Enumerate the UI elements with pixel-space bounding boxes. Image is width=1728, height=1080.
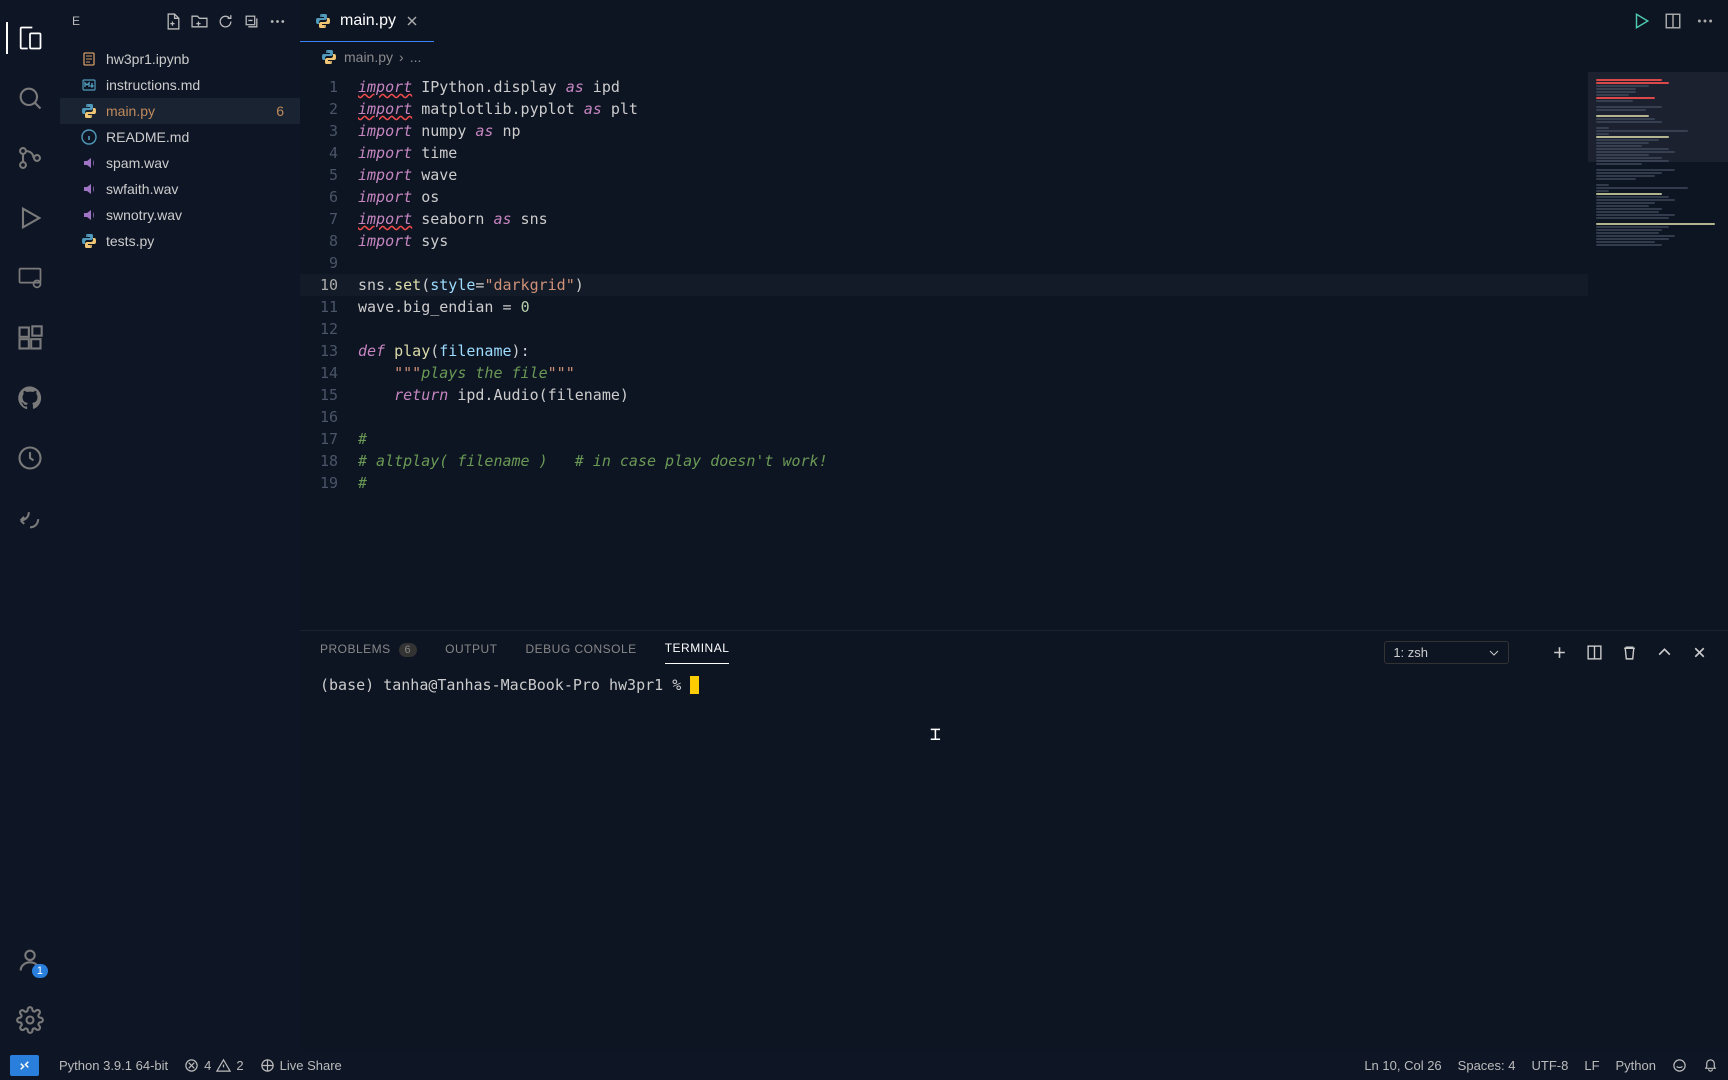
file-type-icon [80, 76, 98, 94]
sidebar-title: E [72, 14, 158, 28]
timeline-icon[interactable] [6, 434, 54, 482]
explorer-icon[interactable] [6, 14, 54, 62]
tab-debug-console[interactable]: DEBUG CONSOLE [526, 642, 637, 664]
new-folder-icon[interactable] [188, 10, 210, 32]
kill-terminal-icon[interactable] [1621, 644, 1638, 661]
more-actions-icon[interactable] [1696, 12, 1714, 30]
editor-area: main.py main.py › ... 1import IPython.di… [300, 0, 1728, 1050]
tab-label: main.py [340, 12, 396, 30]
file-name: swnotry.wav [106, 207, 288, 223]
breadcrumb-more: ... [410, 49, 422, 65]
collapse-all-icon[interactable] [240, 10, 262, 32]
remote-window-icon[interactable] [10, 1055, 39, 1076]
close-icon[interactable] [404, 13, 420, 29]
terminal[interactable]: (base) tanha@Tanhas-MacBook-Pro hw3pr1 %… [300, 664, 1728, 1050]
status-python-interpreter[interactable]: Python 3.9.1 64-bit [59, 1058, 168, 1073]
minimap[interactable] [1588, 72, 1728, 630]
new-file-icon[interactable] [162, 10, 184, 32]
problems-count: 6 [399, 643, 418, 657]
status-feedback-icon[interactable] [1672, 1058, 1687, 1073]
file-type-icon [80, 206, 98, 224]
new-terminal-icon[interactable] [1551, 644, 1568, 661]
breadcrumb-file: main.py [344, 49, 393, 65]
search-icon[interactable] [6, 74, 54, 122]
file-type-icon [80, 128, 98, 146]
file-item[interactable]: swfaith.wav [60, 176, 300, 202]
status-problems[interactable]: 4 2 [184, 1058, 243, 1073]
breadcrumbs[interactable]: main.py › ... [300, 42, 1728, 72]
file-name: instructions.md [106, 77, 288, 93]
run-debug-icon[interactable] [6, 194, 54, 242]
python-icon [320, 48, 338, 66]
split-terminal-icon[interactable] [1586, 644, 1603, 661]
accounts-icon[interactable]: 1 [6, 936, 54, 984]
terminal-cursor [690, 676, 699, 694]
status-eol[interactable]: LF [1584, 1058, 1599, 1073]
run-file-icon[interactable] [1632, 12, 1650, 30]
file-type-icon [80, 180, 98, 198]
tab-bar: main.py [300, 0, 1728, 42]
status-indentation[interactable]: Spaces: 4 [1458, 1058, 1516, 1073]
github-icon[interactable] [6, 374, 54, 422]
file-type-icon [80, 154, 98, 172]
file-item[interactable]: hw3pr1.ipynb [60, 46, 300, 72]
tab-output[interactable]: OUTPUT [445, 642, 497, 664]
text-cursor-icon: ⌶ [930, 724, 941, 745]
code-editor[interactable]: 1import IPython.display as ipd 2import m… [300, 72, 1588, 630]
more-icon[interactable] [266, 10, 288, 32]
tab-problems[interactable]: PROBLEMS 6 [320, 642, 417, 664]
maximize-panel-icon[interactable] [1656, 644, 1673, 661]
file-item[interactable]: swnotry.wav [60, 202, 300, 228]
file-list: hw3pr1.ipynb instructions.md main.py 6 READM… [60, 42, 300, 258]
chevron-down-icon [1488, 647, 1500, 659]
explorer-sidebar: E hw3pr1.ipynb instructions.md main.py 6 REA… [60, 0, 300, 1050]
file-type-icon [80, 50, 98, 68]
file-name: README.md [106, 129, 288, 145]
settings-gear-icon[interactable] [6, 996, 54, 1044]
share-icon[interactable] [6, 494, 54, 542]
status-bar: Python 3.9.1 64-bit 4 2 Live Share Ln 10… [0, 1050, 1728, 1080]
extensions-icon[interactable] [6, 314, 54, 362]
file-name: swfaith.wav [106, 181, 288, 197]
split-editor-icon[interactable] [1664, 12, 1682, 30]
file-error-count: 6 [276, 103, 288, 119]
file-item[interactable]: README.md [60, 124, 300, 150]
file-item[interactable]: tests.py [60, 228, 300, 254]
source-control-icon[interactable] [6, 134, 54, 182]
status-language[interactable]: Python [1616, 1058, 1656, 1073]
file-item[interactable]: spam.wav [60, 150, 300, 176]
tab-terminal[interactable]: TERMINAL [665, 641, 730, 664]
file-item[interactable]: main.py 6 [60, 98, 300, 124]
status-encoding[interactable]: UTF-8 [1532, 1058, 1569, 1073]
activity-bar: 1 [0, 0, 60, 1050]
tab-main-py[interactable]: main.py [300, 0, 434, 42]
status-liveshare[interactable]: Live Share [260, 1058, 342, 1073]
close-panel-icon[interactable] [1691, 644, 1708, 661]
file-type-icon [80, 102, 98, 120]
accounts-badge: 1 [32, 964, 48, 978]
file-item[interactable]: instructions.md [60, 72, 300, 98]
refresh-icon[interactable] [214, 10, 236, 32]
python-icon [314, 12, 332, 30]
file-name: main.py [106, 103, 268, 119]
terminal-select[interactable]: 1: zsh [1384, 641, 1509, 664]
terminal-prompt: (base) tanha@Tanhas-MacBook-Pro hw3pr1 % [320, 676, 690, 694]
file-type-icon [80, 232, 98, 250]
file-name: hw3pr1.ipynb [106, 51, 288, 67]
file-name: spam.wav [106, 155, 288, 171]
file-name: tests.py [106, 233, 288, 249]
status-notifications-icon[interactable] [1703, 1058, 1718, 1073]
status-cursor-position[interactable]: Ln 10, Col 26 [1364, 1058, 1441, 1073]
bottom-panel: PROBLEMS 6 OUTPUT DEBUG CONSOLE TERMINAL… [300, 630, 1728, 1050]
remote-explorer-icon[interactable] [6, 254, 54, 302]
